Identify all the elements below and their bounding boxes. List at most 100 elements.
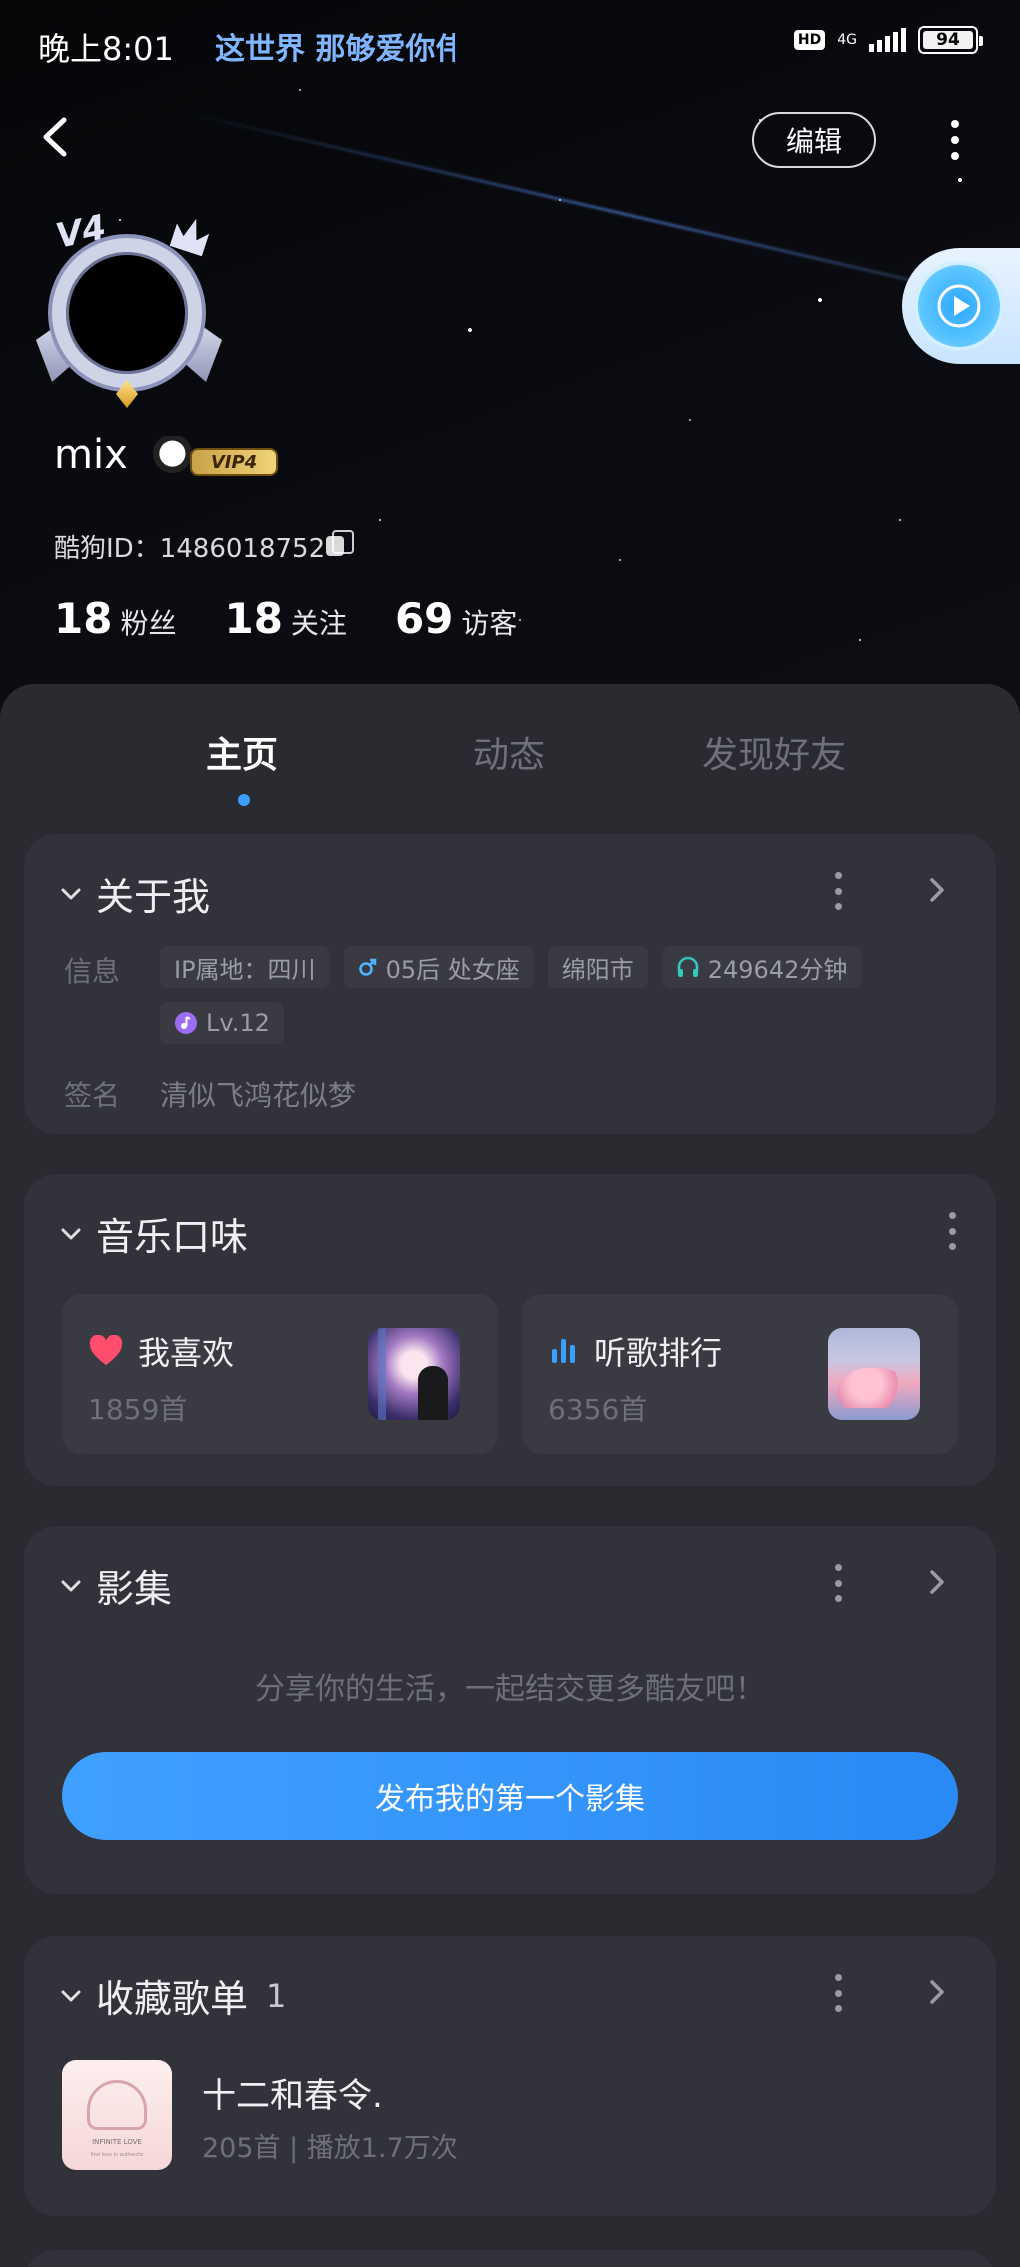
male-icon — [358, 957, 378, 977]
play-icon — [937, 284, 981, 328]
edit-profile-button[interactable]: 编辑 — [752, 112, 876, 168]
playlist-cover-image[interactable]: INFINITE LOVE find love in authentic — [62, 2060, 172, 2170]
level-icon — [174, 1011, 198, 1035]
tab-discover-friends[interactable]: 发现好友 — [702, 726, 846, 778]
tag-text: 05后 处女座 — [385, 955, 520, 984]
dot-icon — [948, 1212, 956, 1219]
floating-player[interactable] — [902, 248, 1020, 364]
tag-ip-location: IP属地：四川 — [160, 946, 330, 988]
more-options-button[interactable] — [940, 112, 970, 168]
tag-text: 绵阳市 — [561, 955, 634, 984]
playlist-cover-text: INFINITE LOVE — [92, 2138, 142, 2146]
dot-icon — [948, 1227, 956, 1235]
playlists-count: 1 — [266, 1976, 287, 2015]
playlists-more-button[interactable] — [828, 1974, 848, 2012]
vip-badge[interactable]: VIP4 — [150, 436, 282, 482]
music-header[interactable]: 音乐口味 — [60, 1206, 248, 1261]
tag-text: IP属地：四川 — [174, 955, 316, 984]
tag-level: Lv.12 — [160, 1002, 284, 1044]
network-label: 4G — [837, 32, 857, 48]
liked-cover-image — [368, 1328, 460, 1420]
playlist-meta: 205首 | 播放1.7万次 — [202, 2133, 458, 2164]
stat-number: 18 — [224, 594, 283, 643]
battery-level: 94 — [936, 30, 960, 50]
username: mix — [54, 432, 128, 478]
rank-title-row: 听歌排行 — [548, 1328, 722, 1374]
publish-album-button[interactable]: 发布我的第一个影集 — [62, 1752, 958, 1840]
listening-rank-tile[interactable]: 听歌排行 6356首 — [522, 1294, 958, 1454]
chevron-right-icon — [930, 1980, 944, 2004]
dot-icon — [948, 1243, 956, 1250]
about-header[interactable]: 关于我 — [60, 866, 210, 921]
liked-title: 我喜欢 — [138, 1334, 235, 1372]
status-time: 晚上8:01 — [38, 30, 174, 68]
back-arrow-icon — [43, 117, 67, 157]
back-button[interactable] — [30, 112, 80, 162]
headphones-icon — [676, 956, 700, 978]
profile-content-sheet: 主页 动态 发现好友 关于我 信息 IP属地：四川 05后 处女座 绵阳市 24… — [0, 684, 1020, 2267]
tag-text: 249642分钟 — [707, 955, 848, 984]
about-me-card: 关于我 信息 IP属地：四川 05后 处女座 绵阳市 249642分钟 Lv.1… — [24, 834, 996, 1134]
dot-icon — [834, 1989, 842, 1997]
dot-icon — [834, 872, 842, 879]
tab-feed[interactable]: 动态 — [473, 726, 545, 778]
rank-cover-image — [828, 1328, 920, 1420]
liked-title-row: 我喜欢 — [88, 1328, 234, 1374]
stat-label: 关注 — [290, 607, 347, 640]
signature-label: 签名 — [64, 1079, 121, 1112]
kugou-id: 酷狗ID：1486018752 — [54, 534, 326, 564]
album-open-button[interactable] — [922, 1564, 952, 1600]
info-label: 信息 — [64, 955, 121, 988]
heart-hands-icon — [87, 2080, 147, 2130]
dot-icon — [834, 1974, 842, 1981]
tag-text: Lv.12 — [206, 1009, 270, 1037]
music-more-button[interactable] — [942, 1212, 962, 1250]
playlists-title: 收藏歌单 — [96, 1977, 249, 2021]
avatar[interactable]: V4 — [34, 207, 224, 412]
copy-icon[interactable] — [326, 530, 354, 558]
vip-level-label: VIP4 — [190, 448, 278, 476]
liked-songs-tile[interactable]: 我喜欢 1859首 — [62, 1294, 498, 1454]
album-title: 影集 — [96, 1567, 173, 1611]
album-header[interactable]: 影集 — [60, 1558, 172, 1613]
tab-active-indicator — [238, 794, 250, 806]
signal-icon — [869, 28, 906, 52]
tag-listen-time: 249642分钟 — [661, 946, 862, 988]
stat-number: 69 — [394, 594, 454, 643]
stat-following[interactable]: 18 关注 — [224, 594, 346, 643]
chevron-down-icon — [60, 883, 82, 905]
profile-stats: 18 粉丝 18 关注 69 访客 — [54, 594, 517, 643]
playlist-title[interactable]: 十二和春令. — [202, 2068, 383, 2117]
music-title: 音乐口味 — [96, 1215, 249, 1259]
stat-visitors[interactable]: 69 访客 — [395, 594, 517, 643]
tab-home[interactable]: 主页 — [206, 726, 278, 778]
chevron-right-icon — [930, 878, 944, 902]
stat-fans[interactable]: 18 粉丝 — [54, 594, 176, 643]
rank-title: 听歌排行 — [594, 1334, 723, 1372]
dot-icon — [834, 903, 842, 910]
stat-label: 访客 — [461, 607, 518, 640]
playlists-header[interactable]: 收藏歌单 1 — [60, 1968, 286, 2023]
chevron-down-icon — [60, 1575, 82, 1597]
chevron-right-icon — [930, 1570, 944, 1594]
chevron-down-icon — [60, 1985, 82, 2007]
avatar-frame — [52, 238, 202, 388]
chevron-down-icon — [60, 1223, 82, 1245]
crown-icon — [170, 214, 213, 257]
battery-icon: 94 — [918, 26, 983, 54]
album-card: 影集 分享你的生活，一起结交更多酷友吧！ 发布我的第一个影集 — [24, 1526, 996, 1894]
playlists-open-button[interactable] — [922, 1974, 952, 2010]
tag-age-zodiac: 05后 处女座 — [343, 946, 534, 988]
about-open-button[interactable] — [922, 872, 952, 908]
saved-playlists-card: 收藏歌单 1 INFINITE LOVE find love in authen… — [24, 1936, 996, 2216]
status-marquee-lyrics: 这世界 那够爱你伟 — [215, 32, 455, 67]
liked-count: 1859首 — [88, 1393, 188, 1426]
playlist-cover-subtext: find love in authentic — [90, 2152, 144, 2158]
album-more-button[interactable] — [828, 1564, 848, 1602]
more-dot-icon — [951, 136, 959, 144]
bar-chart-icon — [552, 1339, 575, 1363]
about-more-button[interactable] — [828, 872, 848, 910]
stat-number: 18 — [54, 594, 113, 643]
music-taste-card: 音乐口味 我喜欢 1859首 听歌排行 6356首 — [24, 1174, 996, 1486]
signature-text: 清似飞鸿花似梦 — [160, 1079, 357, 1112]
